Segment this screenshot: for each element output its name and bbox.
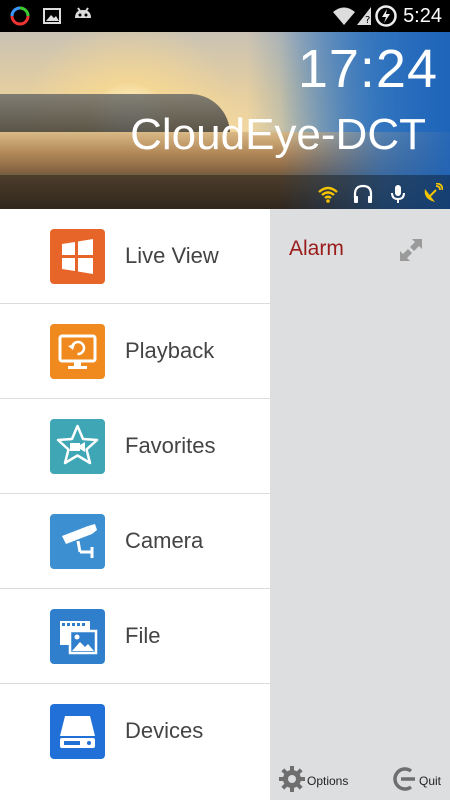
menu-label-playback: Playback [125,338,215,363]
film-image-icon [60,621,98,655]
grid-windows-icon [62,239,93,274]
menu-label-live-view: Live View [125,243,219,268]
hard-drive-icon [60,716,95,748]
header-banner: 17:24 CloudEye-DCT [0,32,450,209]
menu-item-live-view[interactable]: Live View [0,209,270,304]
microphone-icon[interactable] [387,183,409,205]
quit-button[interactable]: Quit [390,765,441,795]
app-notification-icon [10,6,30,26]
options-label: Options [307,774,349,788]
menu-label-camera: Camera [125,528,204,553]
menu-item-camera[interactable]: Camera [0,494,270,589]
gallery-notification-icon [43,8,61,24]
star-camera-icon [56,424,99,465]
main-menu: Live View Playback Favorites Camera File… [0,209,270,800]
headphones-icon[interactable] [352,183,374,205]
security-camera-icon [62,524,97,558]
quit-label: Quit [419,774,442,788]
android-notification-icon [75,7,91,18]
menu-item-favorites[interactable]: Favorites [0,399,270,494]
devices-tile [50,704,105,759]
file-tile [50,609,105,664]
wifi-status-icon [318,186,338,203]
menu-item-devices[interactable]: Devices [0,684,270,779]
status-time: 5:24 [403,5,442,27]
satellite-dish-icon[interactable] [421,183,443,205]
expand-icon[interactable] [398,237,424,263]
signal-icon: ? [357,7,371,26]
camera-tile [50,514,105,569]
device-name: CloudEye-DCT [130,110,426,159]
exit-icon [393,767,415,791]
svg-text:?: ? [365,15,370,26]
status-bar: ? 5:24 [0,0,450,32]
header-clock: 17:24 [297,39,438,99]
options-button[interactable]: Options [278,765,348,795]
menu-item-playback[interactable]: Playback [0,304,270,399]
menu-label-devices: Devices [125,718,204,743]
wifi-icon [333,7,355,25]
menu-item-file[interactable]: File [0,589,270,684]
playback-monitor-icon [58,334,97,369]
alarm-panel: Alarm Options Quit [270,209,450,800]
playback-tile [50,324,105,379]
favorites-tile [50,419,105,474]
live-view-tile [50,229,105,284]
alarm-label: Alarm [289,237,344,260]
menu-label-favorites: Favorites [125,433,216,458]
battery-charging-icon [375,5,397,27]
device-status-bar [0,175,450,209]
gear-icon [279,766,305,792]
menu-label-file: File [125,623,161,648]
